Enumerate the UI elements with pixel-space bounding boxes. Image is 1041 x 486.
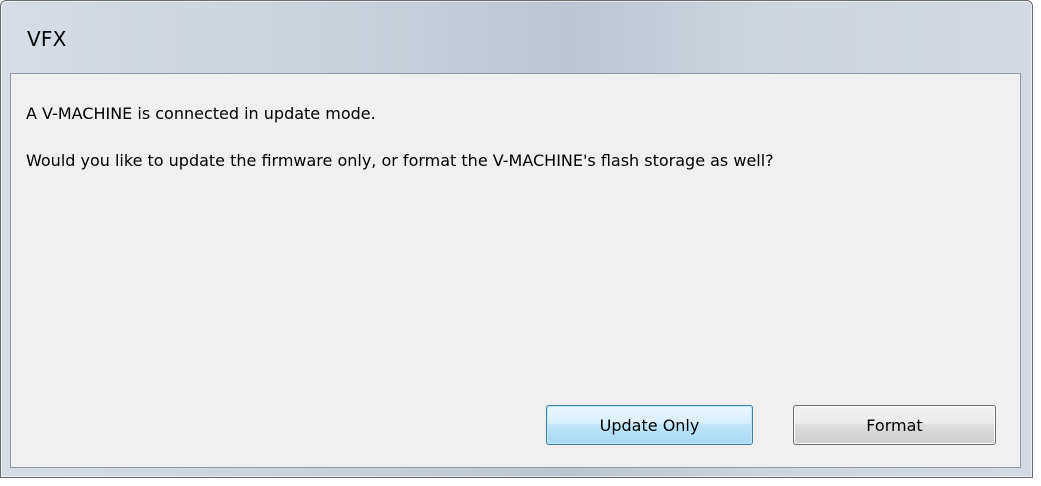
- format-button[interactable]: Format: [793, 405, 996, 445]
- message-text-line-2: Would you like to update the firmware on…: [26, 151, 774, 170]
- dialog-client-area: A V-MACHINE is connected in update mode.…: [10, 73, 1021, 468]
- dialog-window: VFX A V-MACHINE is connected in update m…: [0, 0, 1033, 478]
- message-text-line-1: A V-MACHINE is connected in update mode.: [26, 104, 376, 123]
- update-only-button[interactable]: Update Only: [546, 405, 753, 445]
- title-bar[interactable]: VFX: [1, 1, 1032, 63]
- window-title: VFX: [27, 27, 67, 51]
